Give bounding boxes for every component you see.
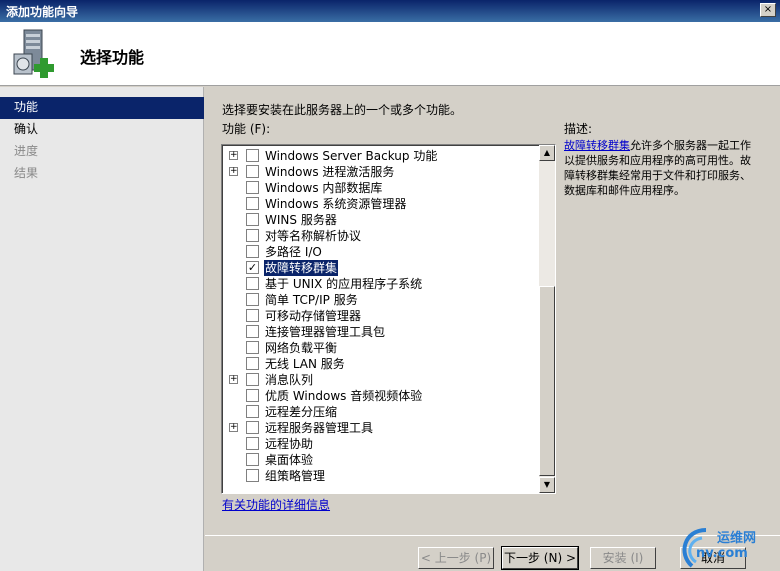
feature-checkbox[interactable] [246, 293, 259, 306]
back-button[interactable]: < 上一步 (P) [418, 547, 494, 569]
feature-label: 多路径 I/O [265, 245, 322, 259]
feature-row[interactable]: 对等名称解析协议 [222, 228, 537, 244]
feature-checkbox[interactable] [246, 165, 259, 178]
feature-label: 简单 TCP/IP 服务 [265, 293, 358, 307]
features-list-label: 功能 (F): [222, 122, 271, 136]
feature-row[interactable]: 优质 Windows 音频视频体验 [222, 388, 537, 404]
feature-label: Windows Server Backup 功能 [265, 149, 438, 163]
more-info-link[interactable]: 有关功能的详细信息 [222, 496, 330, 513]
feature-row[interactable]: + 消息队列 [222, 372, 537, 388]
expand-icon[interactable]: + [229, 375, 238, 384]
scroll-down-icon[interactable]: ▼ [539, 477, 555, 493]
feature-label: 无线 LAN 服务 [265, 357, 345, 371]
feature-checkbox[interactable] [246, 213, 259, 226]
feature-label: 远程差分压缩 [265, 405, 338, 419]
feature-label: 连接管理器管理工具包 [265, 325, 386, 339]
server-add-icon [13, 29, 54, 78]
feature-label: 远程协助 [265, 437, 314, 451]
feature-row[interactable]: 无线 LAN 服务 [222, 356, 537, 372]
features-tree[interactable]: + Windows Server Backup 功能 + Windows 进程激活服务… [221, 144, 556, 494]
feature-label: 桌面体验 [265, 453, 314, 467]
feature-row[interactable]: 远程差分压缩 [222, 404, 537, 420]
main-content: 选择要安装在此服务器上的一个或多个功能。 功能 (F): + Windows Se… [205, 87, 780, 535]
feature-checkbox[interactable] [246, 469, 259, 482]
description-label: 描述: [564, 122, 593, 136]
feature-row[interactable]: 可移动存储管理器 [222, 308, 537, 324]
feature-row[interactable]: 简单 TCP/IP 服务 [222, 292, 537, 308]
feature-checkbox[interactable] [246, 277, 259, 290]
feature-label: 远程服务器管理工具 [265, 421, 374, 435]
nav-item-features[interactable]: 功能 [0, 97, 204, 119]
next-button[interactable]: 下一步 (N) > [501, 546, 579, 570]
feature-checkbox[interactable] [246, 197, 259, 210]
feature-label: 网络负载平衡 [265, 341, 338, 355]
feature-checkbox[interactable] [246, 229, 259, 242]
feature-checkbox[interactable] [246, 245, 259, 258]
feature-label: WINS 服务器 [265, 213, 337, 227]
feature-label: 对等名称解析协议 [265, 229, 362, 243]
feature-row[interactable]: + Windows 进程激活服务 [222, 164, 537, 180]
watermark-logo: 运维网 nv.com [676, 524, 780, 571]
feature-checkbox[interactable] [246, 341, 259, 354]
feature-row[interactable]: Windows 内部数据库 [222, 180, 537, 196]
feature-label: 基于 UNIX 的应用程序子系统 [265, 277, 423, 291]
feature-row[interactable]: + Windows Server Backup 功能 [222, 148, 537, 164]
feature-checkbox[interactable] [246, 373, 259, 386]
feature-label: Windows 进程激活服务 [265, 165, 395, 179]
title-bar: 添加功能向导 × [0, 0, 780, 22]
vertical-scrollbar[interactable]: ▲ ▼ [539, 145, 555, 493]
feature-checkbox[interactable] [246, 357, 259, 370]
feature-row[interactable]: 连接管理器管理工具包 [222, 324, 537, 340]
nav-item-results: 结果 [14, 166, 39, 180]
wizard-header: 选择功能 [0, 22, 780, 86]
feature-checkbox[interactable]: ✓ [246, 261, 259, 274]
feature-label: 故障转移群集 [264, 260, 339, 276]
feature-checkbox[interactable] [246, 181, 259, 194]
feature-row[interactable]: ✓ 故障转移群集 [222, 260, 537, 276]
feature-row[interactable]: 多路径 I/O [222, 244, 537, 260]
feature-row[interactable]: 基于 UNIX 的应用程序子系统 [222, 276, 537, 292]
feature-checkbox[interactable] [246, 389, 259, 402]
expand-icon[interactable]: + [229, 151, 238, 160]
feature-row[interactable]: Windows 系统资源管理器 [222, 196, 537, 212]
feature-row[interactable]: 组策略管理 [222, 468, 537, 484]
feature-checkbox[interactable] [246, 405, 259, 418]
feature-checkbox[interactable] [246, 309, 259, 322]
feature-checkbox[interactable] [246, 325, 259, 338]
feature-checkbox[interactable] [246, 453, 259, 466]
feature-row[interactable]: 远程协助 [222, 436, 537, 452]
feature-label: 可移动存储管理器 [265, 309, 362, 323]
watermark-line2: nv.com [696, 546, 748, 561]
feature-row[interactable]: + 远程服务器管理工具 [222, 420, 537, 436]
description-text: 故障转移群集允许多个服务器一起工作以提供服务和应用程序的高可用性。故障转移群集经… [564, 138, 754, 198]
scroll-up-icon[interactable]: ▲ [539, 145, 555, 161]
feature-label: 优质 Windows 音频视频体验 [265, 389, 423, 403]
nav-item-confirm[interactable]: 确认 [0, 119, 204, 141]
close-icon[interactable]: × [760, 3, 776, 17]
feature-checkbox[interactable] [246, 149, 259, 162]
instruction-text: 选择要安装在此服务器上的一个或多个功能。 [222, 103, 463, 117]
install-button[interactable]: 安装 (I) [590, 547, 656, 569]
feature-label: 组策略管理 [265, 469, 326, 483]
feature-checkbox[interactable] [246, 437, 259, 450]
scrollbar-thumb[interactable] [539, 286, 555, 476]
feature-row[interactable]: 桌面体验 [222, 452, 537, 468]
nav-item-progress: 进度 [14, 144, 39, 158]
expand-icon[interactable]: + [229, 167, 238, 176]
feature-row[interactable]: WINS 服务器 [222, 212, 537, 228]
expand-icon[interactable]: + [229, 423, 238, 432]
wizard-nav: 功能 确认 进度 结果 [0, 87, 204, 571]
watermark-line1: 运维网 [717, 531, 757, 546]
feature-label: Windows 内部数据库 [265, 181, 383, 195]
feature-checkbox[interactable] [246, 421, 259, 434]
page-title: 选择功能 [80, 48, 145, 67]
feature-row[interactable]: 网络负载平衡 [222, 340, 537, 356]
description-feature-link[interactable]: 故障转移群集 [564, 139, 630, 152]
window-title: 添加功能向导 [6, 5, 79, 19]
feature-label: Windows 系统资源管理器 [265, 197, 407, 211]
feature-label: 消息队列 [265, 373, 314, 387]
